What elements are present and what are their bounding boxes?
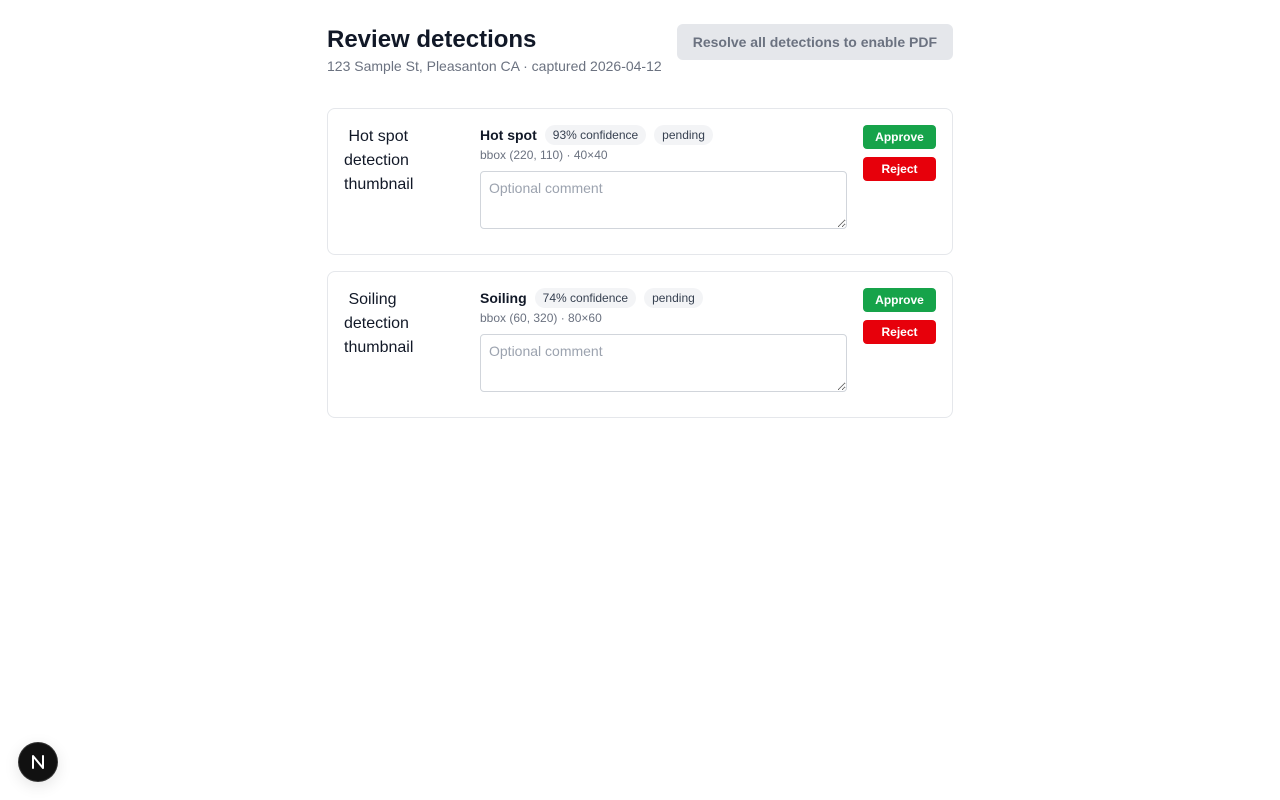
detection-header-row: Hot spot 93% confidence pending [480, 125, 847, 145]
detection-label: Soiling [480, 290, 527, 306]
confidence-badge: 93% confidence [544, 125, 647, 145]
confidence-badge: 74% confidence [534, 288, 637, 308]
page-subtitle: 123 Sample St, Pleasanton CA · captured … [327, 58, 662, 74]
thumbnail-alt-text: Hot spot detection thumbnail [344, 128, 414, 193]
detection-card: Soiling detection thumbnail Soiling 74% … [327, 271, 953, 418]
detection-details: Hot spot 93% confidence pending bbox (22… [480, 125, 847, 238]
detection-thumbnail: Soiling detection thumbnail [344, 288, 464, 384]
thumbnail-alt-text: Soiling detection thumbnail [344, 291, 414, 356]
detection-actions: Approve Reject [863, 125, 936, 238]
page-header: Review detections 123 Sample St, Pleasan… [327, 24, 953, 108]
bbox-info: bbox (220, 110) · 40×40 [480, 148, 608, 162]
nextjs-logo-icon [32, 755, 44, 769]
detection-thumbnail: Hot spot detection thumbnail [344, 125, 464, 221]
review-page: Review detections 123 Sample St, Pleasan… [327, 24, 953, 434]
approve-button[interactable]: Approve [863, 288, 936, 312]
page-title: Review detections [327, 26, 537, 53]
comment-input[interactable] [480, 171, 847, 229]
nextjs-dev-badge[interactable] [19, 743, 57, 781]
detection-actions: Approve Reject [863, 288, 936, 401]
detection-header-row: Soiling 74% confidence pending [480, 288, 847, 308]
status-badge: pending [644, 288, 703, 308]
detection-card: Hot spot detection thumbnail Hot spot 93… [327, 108, 953, 255]
reject-button[interactable]: Reject [863, 157, 936, 181]
header-text: Review detections 123 Sample St, Pleasan… [327, 24, 662, 74]
reject-button[interactable]: Reject [863, 320, 936, 344]
approve-button[interactable]: Approve [863, 125, 936, 149]
generate-pdf-button[interactable]: Resolve all detections to enable PDF [676, 24, 953, 60]
detection-label: Hot spot [480, 127, 537, 143]
detection-details: Soiling 74% confidence pending bbox (60,… [480, 288, 847, 401]
comment-input[interactable] [480, 334, 847, 392]
bbox-info: bbox (60, 320) · 80×60 [480, 311, 602, 325]
status-badge: pending [654, 125, 713, 145]
